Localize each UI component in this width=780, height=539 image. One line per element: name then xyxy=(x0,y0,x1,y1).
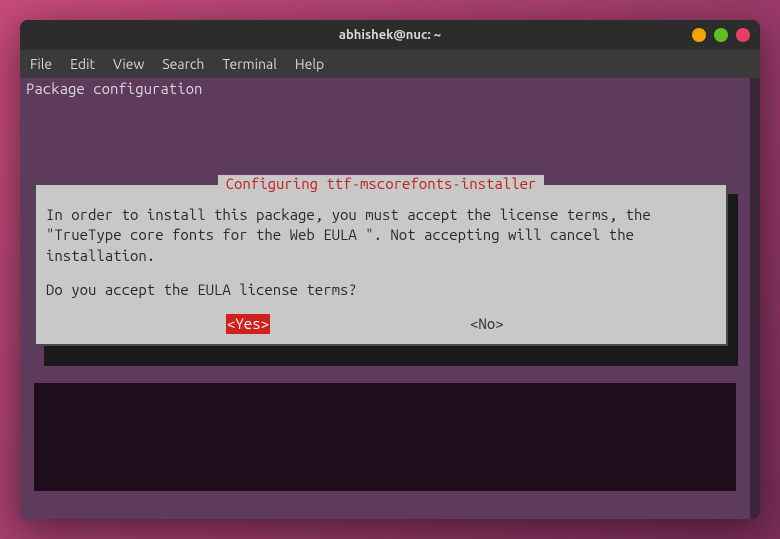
dialog-prompt: Do you accept the EULA license terms? xyxy=(46,280,716,300)
menu-search[interactable]: Search xyxy=(162,56,204,72)
eula-dialog: Configuring ttf-mscorefonts-installer In… xyxy=(34,183,728,346)
button-row: <Yes> <No> xyxy=(46,314,716,334)
package-config-header: Package configuration xyxy=(20,78,760,99)
no-button[interactable]: <No> xyxy=(470,314,504,334)
dialog-text: In order to install this package, you mu… xyxy=(46,205,716,266)
minimize-button[interactable] xyxy=(692,28,706,42)
window-controls xyxy=(692,28,750,42)
scrollbar[interactable] xyxy=(750,78,760,519)
terminal-window: abhishek@nuc: ~ File Edit View Search Te… xyxy=(20,20,760,519)
menu-view[interactable]: View xyxy=(113,56,144,72)
menu-edit[interactable]: Edit xyxy=(70,56,95,72)
maximize-button[interactable] xyxy=(714,28,728,42)
dialog-title: Configuring ttf-mscorefonts-installer xyxy=(218,175,545,192)
terminal-body: Package configuration Configuring ttf-ms… xyxy=(20,78,760,519)
menu-terminal[interactable]: Terminal xyxy=(222,56,277,72)
window-title: abhishek@nuc: ~ xyxy=(339,28,441,42)
menu-file[interactable]: File xyxy=(30,56,52,72)
close-button[interactable] xyxy=(736,28,750,42)
menu-help[interactable]: Help xyxy=(295,56,324,72)
bottom-shadow xyxy=(34,383,736,491)
menu-bar: File Edit View Search Terminal Help xyxy=(20,50,760,78)
title-bar: abhishek@nuc: ~ xyxy=(20,20,760,50)
yes-button[interactable]: <Yes> xyxy=(226,314,270,334)
dialog-title-wrap: Configuring ttf-mscorefonts-installer xyxy=(36,175,726,192)
dialog-body: In order to install this package, you mu… xyxy=(46,199,716,334)
